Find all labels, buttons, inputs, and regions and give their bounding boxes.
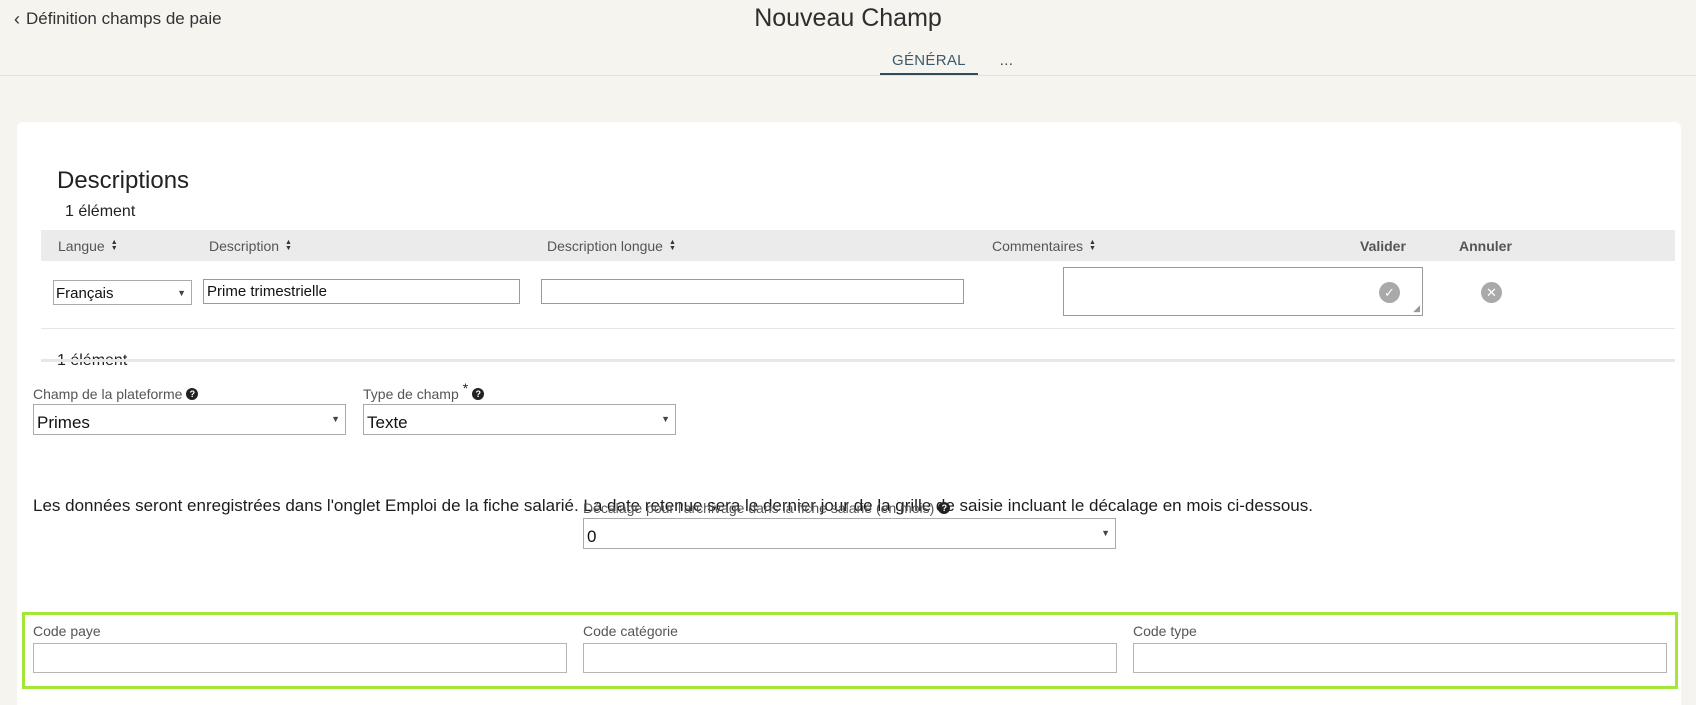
page-title: Nouveau Champ xyxy=(754,4,942,32)
champ-plateforme-label-text: Champ de la plateforme xyxy=(33,386,183,402)
table-header: Langue ▲ ▼ Description ▲ ▼ Description lon… xyxy=(41,230,1675,261)
champ-plateforme-value: Primes xyxy=(37,413,90,432)
validate-icon[interactable]: ✓ xyxy=(1379,282,1400,303)
description-longue-input[interactable] xyxy=(541,279,964,304)
type-champ-label-text: Type de champ xyxy=(363,386,459,402)
col-header-annuler: Annuler xyxy=(1459,238,1512,254)
decalage-label-text: Décalage pour l'archivage dans la fiche … xyxy=(583,500,935,516)
help-icon[interactable]: ? xyxy=(472,388,485,400)
col-header-langue[interactable]: Langue ▲ ▼ xyxy=(58,238,118,254)
champ-plateforme-label: Champ de la plateforme ? xyxy=(33,386,199,402)
required-mark: * xyxy=(462,380,469,396)
code-type-input[interactable] xyxy=(1133,643,1667,673)
description-input[interactable]: Prime trimestrielle xyxy=(203,279,520,304)
langue-select-value: Français xyxy=(56,285,114,302)
section-divider xyxy=(41,359,1675,362)
col-header-commentaires[interactable]: Commentaires ▲ ▼ xyxy=(992,238,1096,254)
help-icon[interactable]: ? xyxy=(186,388,199,400)
code-categorie-label: Code catégorie xyxy=(583,623,678,639)
type-champ-select[interactable]: Texte ▼ xyxy=(363,404,676,435)
sort-icon: ▲ ▼ xyxy=(110,239,118,252)
type-champ-label: Type de champ * ? xyxy=(363,380,485,402)
sort-icon: ▲ ▼ xyxy=(285,239,292,252)
code-paye-input[interactable] xyxy=(33,643,567,673)
cancel-icon[interactable]: ✕ xyxy=(1481,282,1502,303)
commentaires-textarea[interactable]: ◢ xyxy=(1063,267,1423,316)
col-header-valider: Valider xyxy=(1360,238,1406,254)
form-card: Descriptions 1 élément Langue ▲ ▼ Descrip… xyxy=(17,122,1681,705)
resize-grip-icon[interactable]: ◢ xyxy=(1413,303,1420,314)
col-header-description-longue[interactable]: Description longue ▲ ▼ xyxy=(547,238,676,254)
tab-more[interactable]: ... xyxy=(998,50,1015,75)
col-label-description: Description xyxy=(209,238,280,254)
codes-group: Code paye Code catégorie Code type xyxy=(22,612,1678,689)
dropdown-arrow-icon: ▼ xyxy=(331,414,340,424)
item-count-top: 1 élément xyxy=(65,203,136,220)
help-icon[interactable]: ? xyxy=(938,502,951,514)
decalage-label: Décalage pour l'archivage dans la fiche … xyxy=(583,500,951,516)
dropdown-arrow-icon: ▼ xyxy=(1101,528,1110,538)
decalage-value: 0 xyxy=(587,527,597,546)
sort-icon: ▲ ▼ xyxy=(668,239,676,252)
langue-select[interactable]: Français ▼ xyxy=(53,280,192,305)
decalage-select[interactable]: 0 ▼ xyxy=(583,518,1116,549)
champ-plateforme-select[interactable]: Primes ▼ xyxy=(33,404,346,435)
col-label-commentaires: Commentaires xyxy=(992,238,1084,254)
top-bar: ‹ Définition champs de paie Nouveau Cham… xyxy=(0,0,1696,76)
col-header-description[interactable]: Description ▲ ▼ xyxy=(209,238,292,254)
tab-general[interactable]: GÉNÉRAL xyxy=(880,50,978,75)
dropdown-arrow-icon: ▼ xyxy=(177,288,186,298)
code-paye-label: Code paye xyxy=(33,623,101,639)
code-type-label: Code type xyxy=(1133,623,1197,639)
table-row: Français ▼ Prime trimestrielle ◢ ✓ ✕ xyxy=(41,261,1675,329)
section-title: Descriptions xyxy=(57,167,190,194)
tab-bar: GÉNÉRAL ... xyxy=(880,50,1015,75)
col-label-description-longue: Description longue xyxy=(547,238,663,254)
col-label-langue: Langue xyxy=(58,238,105,254)
type-champ-value: Texte xyxy=(367,413,408,432)
dropdown-arrow-icon: ▼ xyxy=(661,414,670,424)
code-categorie-input[interactable] xyxy=(583,643,1117,673)
sort-icon: ▲ ▼ xyxy=(1089,239,1096,252)
